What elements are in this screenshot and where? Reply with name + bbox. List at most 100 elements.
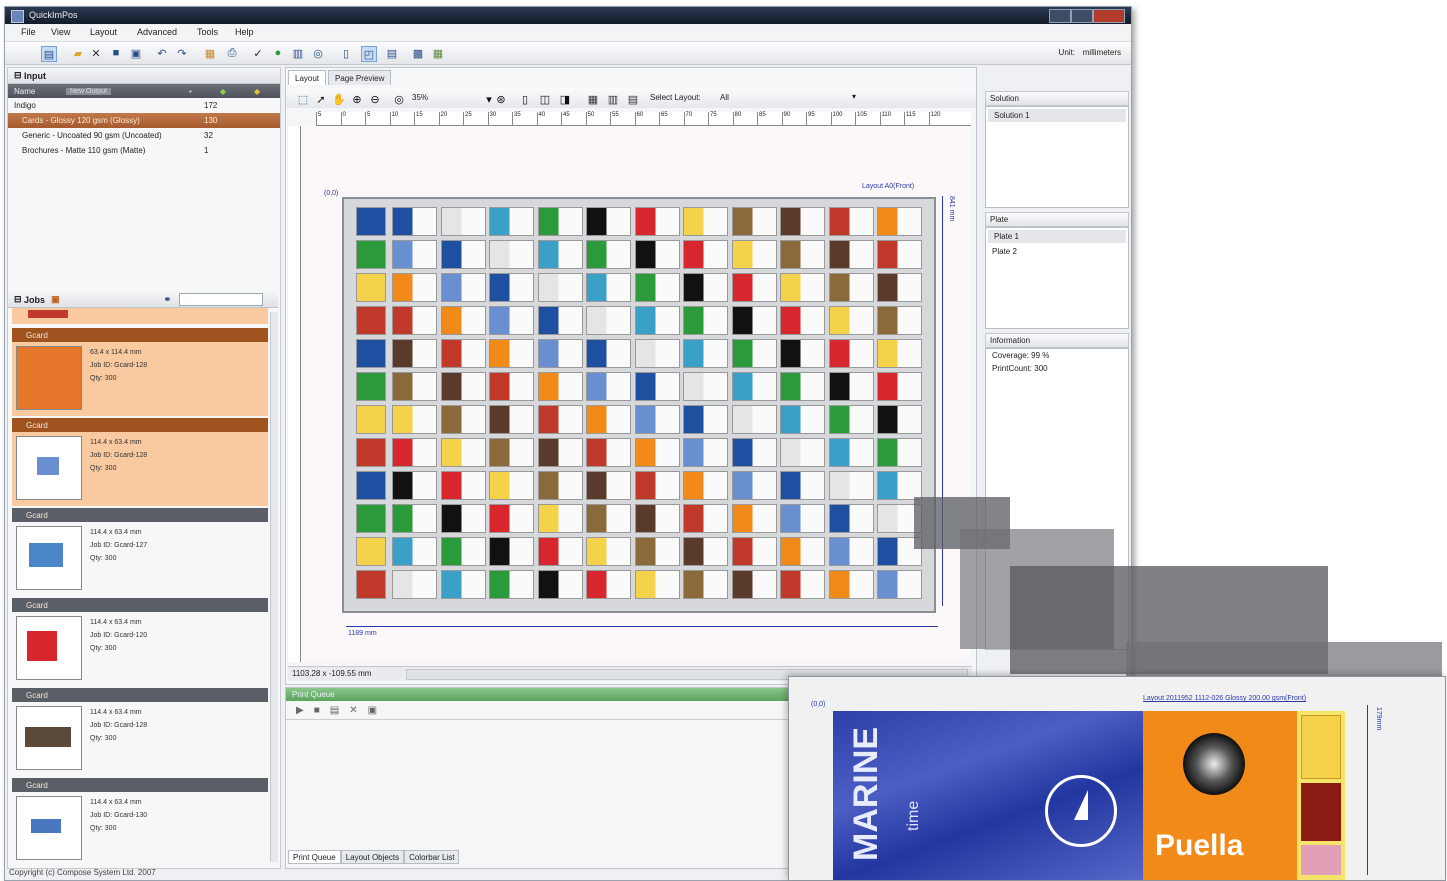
business-card-thumbnail[interactable] <box>780 240 825 269</box>
play-icon[interactable]: ▶ <box>296 705 304 716</box>
close-button[interactable] <box>1093 9 1125 23</box>
business-card-thumbnail[interactable] <box>828 471 874 500</box>
edit-icon[interactable]: ▪ <box>189 87 192 96</box>
business-card-thumbnail[interactable] <box>683 537 728 566</box>
business-card-thumbnail[interactable] <box>780 207 825 236</box>
business-card-thumbnail[interactable] <box>731 537 777 566</box>
business-card-thumbnail[interactable] <box>634 339 680 368</box>
save-icon[interactable]: ■ <box>109 46 123 60</box>
business-card-thumbnail[interactable] <box>877 306 922 335</box>
business-card-thumbnail[interactable] <box>586 339 631 368</box>
zoom-in-icon[interactable]: ⊕ <box>350 92 364 106</box>
business-card-thumbnail[interactable] <box>440 504 486 533</box>
business-card-thumbnail[interactable] <box>392 504 437 533</box>
business-card-thumbnail[interactable] <box>780 471 825 500</box>
business-card-thumbnail[interactable] <box>683 438 728 467</box>
business-card-thumbnail[interactable] <box>731 438 777 467</box>
imposition-icon[interactable]: ▤ <box>385 46 399 60</box>
job-item[interactable]: Gcard 63.4 x 114.4 mm Job ID: Gcard-128 … <box>12 328 268 416</box>
plate-item[interactable]: Plate 1 <box>988 230 1126 243</box>
menu-advanced[interactable]: Advanced <box>137 27 177 37</box>
business-card-thumbnail[interactable] <box>731 504 777 533</box>
business-card-thumbnail[interactable] <box>356 570 386 599</box>
business-card-thumbnail[interactable] <box>731 240 777 269</box>
business-card-thumbnail[interactable] <box>828 504 874 533</box>
layout-canvas[interactable]: (0,0) Layout A0(Front) 841 mm 1189 mm <box>302 126 970 662</box>
tab-colorbar-list[interactable]: Colorbar List <box>404 850 460 864</box>
business-card-thumbnail[interactable] <box>780 504 825 533</box>
business-card-thumbnail[interactable] <box>780 372 825 401</box>
business-card-thumbnail[interactable] <box>828 339 874 368</box>
check-icon[interactable]: ✓ <box>251 46 265 60</box>
tab-layout-objects[interactable]: Layout Objects <box>340 850 405 864</box>
business-card-thumbnail[interactable] <box>683 471 728 500</box>
menu-view[interactable]: View <box>51 27 70 37</box>
save-all-icon[interactable]: ▣ <box>129 46 143 60</box>
tab-print-queue[interactable]: Print Queue <box>288 850 341 864</box>
business-card-thumbnail[interactable] <box>489 207 534 236</box>
business-card-thumbnail[interactable] <box>537 207 583 236</box>
business-card-thumbnail[interactable] <box>440 240 486 269</box>
business-card-thumbnail[interactable] <box>828 372 874 401</box>
business-card-thumbnail[interactable] <box>440 273 486 302</box>
business-card-thumbnail[interactable] <box>489 240 534 269</box>
undo-icon[interactable]: ↶ <box>155 46 169 60</box>
business-card-thumbnail[interactable] <box>731 339 777 368</box>
business-card-thumbnail[interactable] <box>356 372 386 401</box>
job-item[interactable]: Gcard 114.4 x 63.4 mm Job ID: Gcard-127 … <box>12 508 268 596</box>
queue-folder-icon[interactable]: ▣ <box>368 705 377 716</box>
business-card-thumbnail[interactable] <box>586 240 631 269</box>
minimize-button[interactable] <box>1049 9 1071 23</box>
business-card-thumbnail[interactable] <box>537 405 583 434</box>
business-card-thumbnail[interactable] <box>731 570 777 599</box>
business-card-thumbnail[interactable] <box>828 306 874 335</box>
business-card-thumbnail[interactable] <box>537 306 583 335</box>
business-card-thumbnail[interactable] <box>356 306 386 335</box>
business-card-thumbnail[interactable] <box>356 537 386 566</box>
business-card-thumbnail[interactable] <box>489 405 534 434</box>
business-card-thumbnail[interactable] <box>392 372 437 401</box>
business-card-thumbnail[interactable] <box>828 537 874 566</box>
business-card-thumbnail[interactable] <box>440 438 486 467</box>
tab-layout[interactable]: Layout <box>288 70 327 85</box>
business-card-thumbnail[interactable] <box>440 471 486 500</box>
business-card-thumbnail[interactable] <box>731 207 777 236</box>
job-item[interactable]: Gcard 114.4 x 63.4 mm Job ID: Gcard-120 … <box>12 598 268 686</box>
colorbar-icon[interactable]: ▥ <box>606 92 620 106</box>
business-card-thumbnail[interactable] <box>392 471 437 500</box>
business-card-thumbnail[interactable] <box>877 273 922 302</box>
pointer-icon[interactable]: ➚ <box>314 92 328 106</box>
zoom-fit-icon[interactable]: ◎ <box>392 92 406 106</box>
business-card-thumbnail[interactable] <box>683 207 728 236</box>
layout-icon[interactable]: ◰ <box>361 46 377 62</box>
job-item[interactable]: Gcard 114.4 x 63.4 mm Job ID: Gcard-130 … <box>12 778 268 866</box>
business-card-thumbnail[interactable] <box>489 306 534 335</box>
business-card-thumbnail[interactable] <box>877 570 922 599</box>
business-card-thumbnail[interactable] <box>634 537 680 566</box>
add-icon[interactable]: ◆ <box>220 87 226 96</box>
plate-item[interactable]: Plate 2 <box>986 245 1128 258</box>
business-card-thumbnail[interactable] <box>489 438 534 467</box>
business-card-thumbnail[interactable] <box>537 504 583 533</box>
business-card-thumbnail[interactable] <box>440 405 486 434</box>
business-card-thumbnail[interactable] <box>489 570 534 599</box>
press-sheet[interactable] <box>342 197 936 613</box>
business-card-thumbnail[interactable] <box>731 471 777 500</box>
business-card-thumbnail[interactable] <box>537 273 583 302</box>
business-card-thumbnail[interactable] <box>683 339 728 368</box>
business-card-thumbnail[interactable] <box>731 306 777 335</box>
business-card-thumbnail[interactable] <box>440 339 486 368</box>
business-card-thumbnail[interactable] <box>537 339 583 368</box>
page-flip-icon[interactable]: ◨ <box>558 92 572 106</box>
target-icon[interactable]: ◎ <box>311 46 325 60</box>
business-card-thumbnail[interactable] <box>634 438 680 467</box>
page-single-icon[interactable]: ▯ <box>518 92 532 106</box>
plate-icon[interactable]: ▩ <box>411 46 425 60</box>
business-card-thumbnail[interactable] <box>634 405 680 434</box>
business-card-thumbnail[interactable] <box>683 504 728 533</box>
queue-list-icon[interactable]: ▤ <box>330 705 339 716</box>
business-card-thumbnail[interactable] <box>683 273 728 302</box>
business-card-thumbnail[interactable] <box>683 306 728 335</box>
business-card-thumbnail[interactable] <box>440 306 486 335</box>
business-card-thumbnail[interactable] <box>877 207 922 236</box>
